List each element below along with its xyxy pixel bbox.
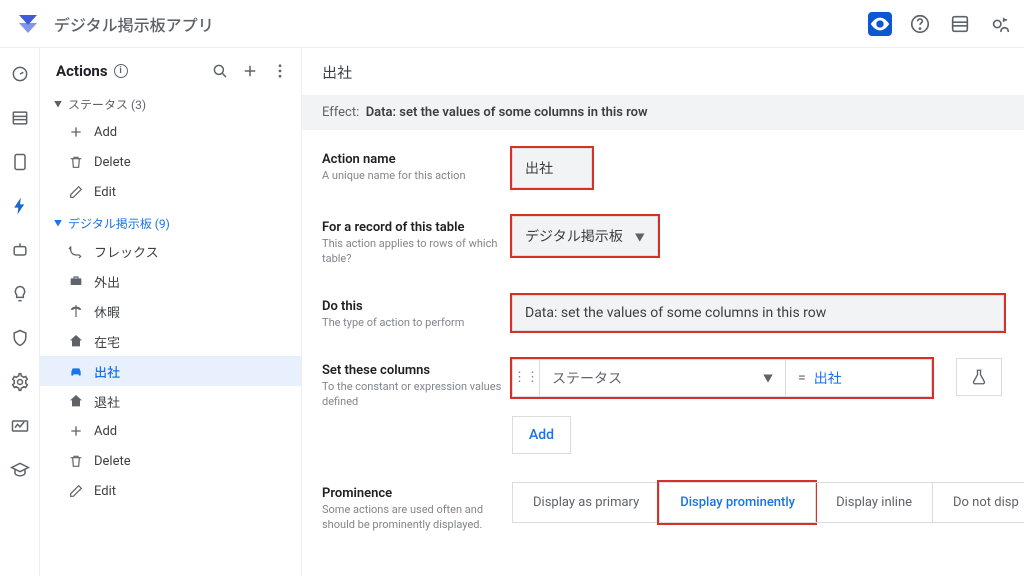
prominence-inline[interactable]: Display inline: [815, 482, 932, 523]
prominence-hide[interactable]: Do not disp: [932, 482, 1024, 523]
table-select[interactable]: デジタル掲示板▼: [512, 216, 658, 256]
nav-rail: [0, 48, 40, 576]
tree-item-vacation[interactable]: 休暇: [40, 296, 301, 326]
rail-intelligence-icon[interactable]: [10, 284, 30, 304]
app-title: デジタル掲示板アプリ: [54, 12, 214, 36]
action-name-label: Action name: [322, 152, 512, 167]
prominence-primary[interactable]: Display as primary: [512, 482, 659, 523]
actions-sidebar: Actions i ▼ステータス (3) Add Delete Edit ▼デジ…: [40, 48, 302, 576]
help-icon[interactable]: [908, 12, 932, 36]
prominence-prominently[interactable]: Display prominently: [659, 482, 815, 523]
tree-item-edit[interactable]: Edit: [40, 177, 301, 207]
appsheet-logo: [16, 12, 40, 36]
sidebar-title: Actions i: [56, 62, 128, 80]
rail-views-icon[interactable]: [10, 152, 30, 172]
rail-data-icon[interactable]: [10, 108, 30, 128]
tree-item-delete[interactable]: Delete: [40, 147, 301, 177]
set-columns-label: Set these columns: [322, 363, 512, 378]
tree-item-leave[interactable]: 退社: [40, 386, 301, 416]
prominence-label: Prominence: [322, 486, 512, 501]
rail-education-icon[interactable]: [10, 460, 30, 480]
search-icon[interactable]: [211, 62, 229, 80]
tree-item-office[interactable]: 出社: [40, 356, 301, 386]
rail-settings-icon[interactable]: [10, 372, 30, 392]
set-columns-row: ⋮⋮ ステータス▼ = 出社: [512, 359, 932, 397]
tree-item-out[interactable]: 外出: [40, 266, 301, 296]
column-name-select[interactable]: ステータス▼: [540, 359, 786, 397]
more-icon[interactable]: [271, 62, 289, 80]
table-label: For a record of this table: [322, 220, 512, 235]
info-icon[interactable]: i: [114, 64, 128, 78]
page-title: 出社: [302, 48, 1024, 95]
tree-item-edit2[interactable]: Edit: [40, 476, 301, 506]
add-column-button[interactable]: Add: [512, 416, 571, 454]
tree-item-add[interactable]: Add: [40, 117, 301, 147]
expression-button[interactable]: [956, 358, 1002, 396]
do-this-label: Do this: [322, 299, 512, 314]
group-board[interactable]: ▼デジタル掲示板 (9): [40, 207, 301, 236]
add-icon[interactable]: [241, 62, 259, 80]
do-this-select[interactable]: Data: set the values of some columns in …: [512, 295, 1004, 331]
rail-dashboard-icon[interactable]: [10, 64, 30, 84]
drag-handle-icon[interactable]: ⋮⋮: [512, 359, 540, 397]
view-icon[interactable]: [868, 12, 892, 36]
tree-item-home[interactable]: 在宅: [40, 326, 301, 356]
topbar: デジタル掲示板アプリ: [0, 0, 1024, 48]
tree-item-flex[interactable]: フレックス: [40, 236, 301, 266]
rail-bots-icon[interactable]: [10, 240, 30, 260]
rail-monitor-icon[interactable]: [10, 416, 30, 436]
tree-item-delete2[interactable]: Delete: [40, 446, 301, 476]
rail-security-icon[interactable]: [10, 328, 30, 348]
group-status[interactable]: ▼ステータス (3): [40, 88, 301, 117]
main-panel: 出社 Effect: Data: set the values of some …: [302, 48, 1024, 576]
tree-item-add2[interactable]: Add: [40, 416, 301, 446]
grid-icon[interactable]: [948, 12, 972, 36]
effect-bar: Effect: Data: set the values of some col…: [302, 95, 1024, 130]
rail-actions-icon[interactable]: [10, 196, 30, 216]
column-value-input[interactable]: = 出社: [786, 359, 932, 397]
action-name-input[interactable]: 出社: [512, 148, 592, 188]
share-icon[interactable]: [988, 12, 1012, 36]
